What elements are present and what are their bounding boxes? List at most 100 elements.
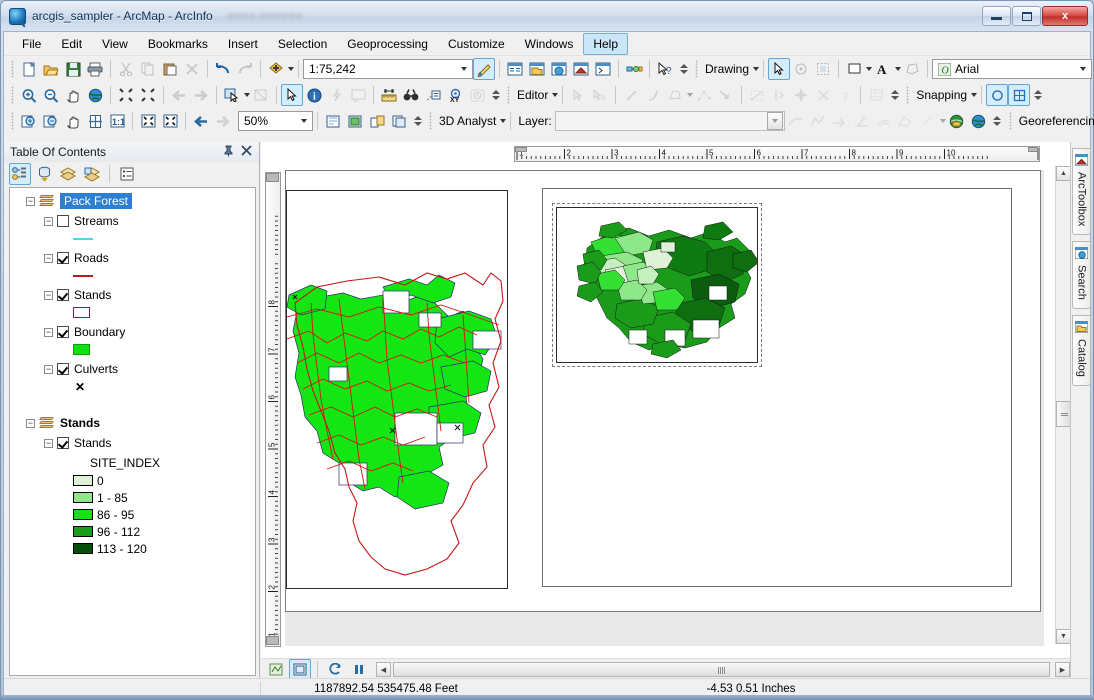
arcscene-icon[interactable] bbox=[946, 110, 968, 132]
toc-dataframe-pack-forest[interactable]: − Pack Forest bbox=[10, 192, 255, 210]
vertex-snapping-icon[interactable] bbox=[1008, 84, 1031, 106]
go-to-xy-icon[interactable]: XY bbox=[444, 84, 466, 106]
change-layout-icon[interactable] bbox=[366, 110, 388, 132]
edit-annotation-icon[interactable]: A bbox=[589, 84, 611, 106]
auto-hide-pin-icon[interactable] bbox=[223, 145, 234, 160]
fixed-zoom-out-page-icon[interactable] bbox=[159, 110, 181, 132]
font-name-combo[interactable]: O Arial bbox=[932, 59, 1093, 79]
time-slider-icon[interactable] bbox=[466, 84, 488, 106]
maximize-button[interactable] bbox=[1012, 6, 1041, 26]
toggle-draft-mode-icon[interactable] bbox=[322, 110, 344, 132]
construct-tool-icon[interactable] bbox=[664, 84, 686, 106]
layout-vertical-scrollbar[interactable]: ▲ ▼ bbox=[1055, 166, 1071, 644]
editor-toolbar-overflow-icon[interactable] bbox=[890, 90, 899, 100]
layer-visibility-checkbox[interactable] bbox=[57, 215, 69, 227]
horizontal-ruler[interactable]: 1 2 3 4 5 6 7 8 9 10 bbox=[514, 146, 1040, 162]
catalog-tab[interactable]: Catalog bbox=[1072, 315, 1091, 387]
toolbar-grip[interactable] bbox=[906, 86, 910, 104]
hyperlink-icon[interactable] bbox=[325, 84, 347, 106]
collapse-toggle-icon[interactable]: − bbox=[44, 327, 53, 337]
toolbar-grip[interactable] bbox=[1008, 112, 1012, 130]
list-by-visibility-icon[interactable] bbox=[57, 163, 79, 185]
select-features-icon[interactable] bbox=[221, 84, 243, 106]
go-back-extent-icon[interactable] bbox=[168, 84, 190, 106]
pan-icon[interactable] bbox=[62, 84, 84, 106]
delete-icon[interactable] bbox=[181, 58, 203, 80]
close-panel-icon[interactable] bbox=[241, 145, 252, 159]
scroll-left-arrow-icon[interactable]: ◀ bbox=[376, 662, 391, 677]
layout-toolbar-overflow-icon[interactable] bbox=[413, 116, 422, 126]
python-window-icon[interactable] bbox=[592, 58, 614, 80]
3d-analyst-label[interactable]: 3D Analyst bbox=[436, 114, 499, 128]
new-polygon-icon[interactable] bbox=[901, 58, 923, 80]
layout-page-canvas[interactable] bbox=[285, 170, 1044, 646]
paste-icon[interactable] bbox=[159, 58, 181, 80]
toc-layer-boundary[interactable]: − Boundary bbox=[10, 323, 255, 341]
go-forward-page-extent-icon[interactable] bbox=[212, 110, 234, 132]
cut-icon[interactable] bbox=[115, 58, 137, 80]
collapse-toggle-icon[interactable]: − bbox=[44, 290, 53, 300]
toc-layer-stands[interactable]: − Stands bbox=[10, 286, 255, 304]
focus-data-frame-icon[interactable] bbox=[344, 110, 366, 132]
collapse-toggle-icon[interactable]: − bbox=[44, 438, 53, 448]
menu-customize[interactable]: Customize bbox=[438, 33, 515, 55]
identify-icon[interactable]: i bbox=[303, 84, 325, 106]
rotate-tool-icon[interactable] bbox=[790, 84, 812, 106]
fixed-zoom-in-icon[interactable] bbox=[115, 84, 137, 106]
collapse-toggle-icon[interactable]: − bbox=[44, 364, 53, 374]
curve-segment-icon[interactable] bbox=[642, 84, 664, 106]
horizontal-ruler-thumb-left[interactable] bbox=[515, 147, 527, 152]
cut-polygons-icon[interactable] bbox=[746, 84, 768, 106]
toolbar-grip[interactable] bbox=[695, 60, 698, 78]
layout-page[interactable] bbox=[285, 170, 1041, 612]
arctoolbox-tab[interactable]: ArcToolbox bbox=[1072, 148, 1091, 236]
table-of-contents-window-icon[interactable] bbox=[504, 58, 526, 80]
create-profile-graph-icon[interactable] bbox=[807, 110, 829, 132]
menu-edit[interactable]: Edit bbox=[51, 33, 92, 55]
chevron-down-icon[interactable] bbox=[766, 112, 783, 130]
3d-effects-icon[interactable] bbox=[917, 110, 939, 132]
edit-scale-icon[interactable] bbox=[473, 58, 495, 80]
menu-file[interactable]: File bbox=[12, 33, 51, 55]
toolbar-grip[interactable] bbox=[11, 60, 14, 78]
toc-layer-stands-graduated[interactable]: − Stands bbox=[10, 434, 255, 452]
layer-visibility-checkbox[interactable] bbox=[57, 252, 69, 264]
menu-geoprocessing[interactable]: Geoprocessing bbox=[337, 33, 438, 55]
3d-analyst-layer-combo[interactable] bbox=[554, 111, 785, 131]
add-data-icon[interactable] bbox=[265, 58, 287, 80]
georeferencing-label[interactable]: Georeferencing bbox=[1016, 114, 1094, 128]
select-elements-pointer-icon[interactable] bbox=[281, 84, 303, 106]
save-icon[interactable] bbox=[62, 58, 84, 80]
straight-segment-icon[interactable] bbox=[620, 84, 642, 106]
attributes-icon[interactable] bbox=[812, 84, 834, 106]
editor-toolbar-label[interactable]: Editor bbox=[514, 88, 551, 102]
toc-tree[interactable]: − Pack Forest − Streams − Roads − Stands… bbox=[9, 187, 256, 676]
fill-color-icon[interactable] bbox=[843, 58, 865, 80]
find-route-icon[interactable] bbox=[422, 84, 444, 106]
toolbar-overflow-icon[interactable] bbox=[679, 64, 688, 74]
vertical-scroll-thumb[interactable] bbox=[1056, 401, 1071, 427]
layout-view[interactable]: 1 2 3 4 5 6 7 8 9 10 12345678 ▲ ▼ ◀ ▶ bbox=[261, 142, 1072, 681]
layout-horizontal-scrollbar[interactable]: ◀ ▶ bbox=[376, 662, 1070, 677]
vertical-ruler-thumb-bottom[interactable] bbox=[266, 636, 279, 645]
split-tool-icon[interactable] bbox=[768, 84, 790, 106]
zoom-in-icon[interactable] bbox=[18, 84, 40, 106]
edit-vertices-icon[interactable] bbox=[693, 84, 715, 106]
menu-windows[interactable]: Windows bbox=[515, 33, 584, 55]
chevron-down-icon[interactable] bbox=[1080, 67, 1087, 71]
zoom-out-icon[interactable] bbox=[40, 84, 62, 106]
fixed-zoom-out-icon[interactable] bbox=[137, 84, 159, 106]
data-frame-stands[interactable] bbox=[542, 188, 1012, 587]
snapping-toolbar-label[interactable]: Snapping bbox=[913, 88, 970, 102]
snapping-toolbar-overflow-icon[interactable] bbox=[1033, 90, 1042, 100]
add-data-dropdown-icon[interactable] bbox=[288, 67, 294, 71]
copy-icon[interactable] bbox=[137, 58, 159, 80]
html-popup-icon[interactable] bbox=[347, 84, 369, 106]
point-snapping-icon[interactable] bbox=[986, 84, 1009, 106]
scroll-down-arrow-icon[interactable]: ▼ bbox=[1056, 629, 1071, 644]
line-of-sight-icon[interactable] bbox=[851, 110, 873, 132]
undo-icon[interactable] bbox=[212, 58, 234, 80]
rotate-element-icon[interactable] bbox=[790, 58, 812, 80]
redo-icon[interactable] bbox=[234, 58, 256, 80]
go-back-page-extent-icon[interactable] bbox=[190, 110, 212, 132]
